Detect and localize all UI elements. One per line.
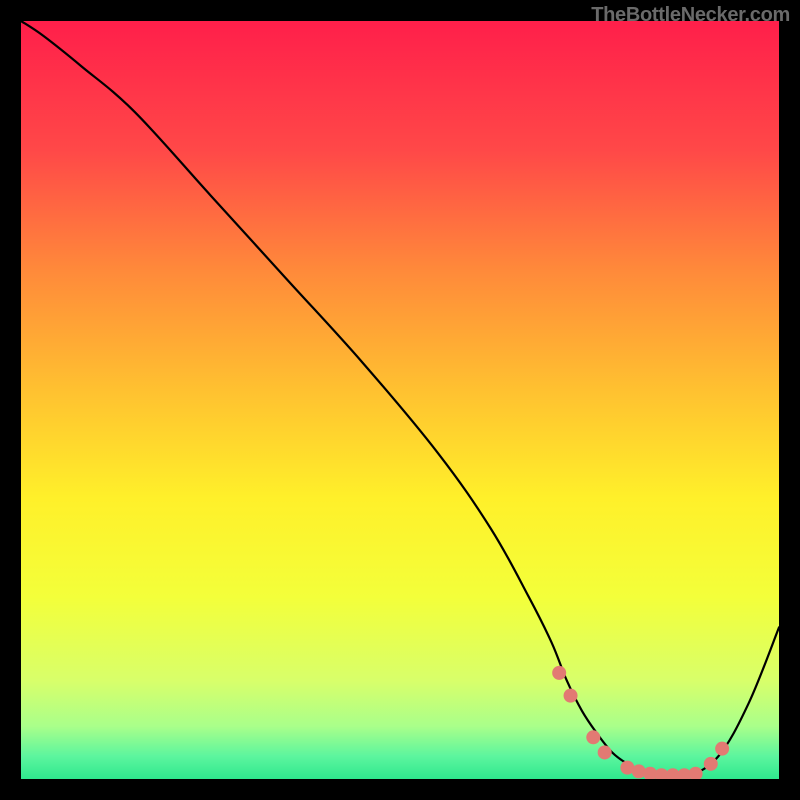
chart-container: TheBottleNecker.com (0, 0, 800, 800)
curve-marker (598, 745, 612, 759)
curve-marker (586, 730, 600, 744)
curve-marker (704, 757, 718, 771)
curve-marker (552, 666, 566, 680)
curve-marker (715, 742, 729, 756)
chart-svg (21, 21, 779, 779)
attribution-label: TheBottleNecker.com (591, 4, 790, 27)
curve-marker (564, 689, 578, 703)
gradient-background (21, 21, 779, 779)
plot-area (21, 21, 779, 779)
